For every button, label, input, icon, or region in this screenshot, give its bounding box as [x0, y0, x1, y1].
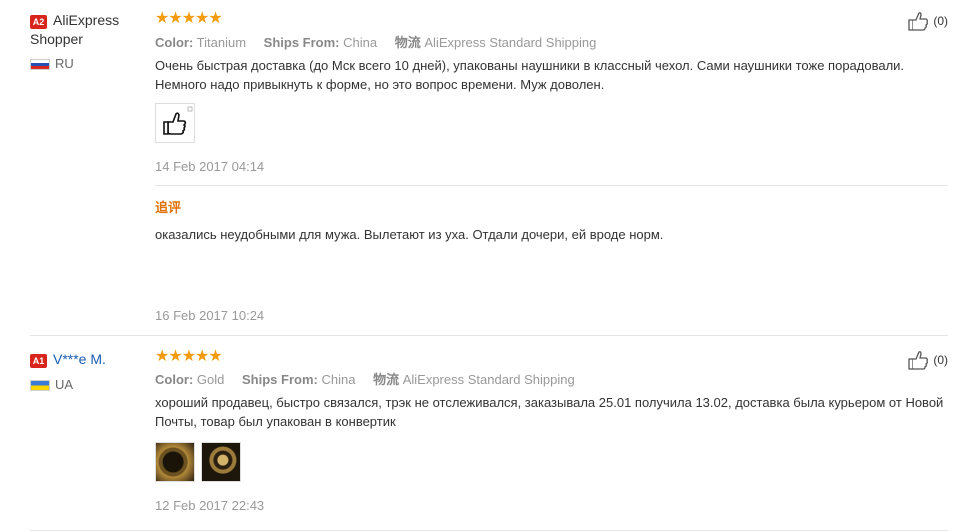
buyer-level-badge: A2	[30, 14, 47, 29]
logistics-value: AliExpress Standard Shipping	[424, 35, 597, 50]
thumbs-up-icon	[908, 12, 929, 31]
ships-from-label: Ships From:	[263, 35, 340, 50]
reviewer-country: UA	[30, 377, 73, 392]
reviewer-name[interactable]: V***e M.	[53, 351, 106, 367]
helpful-button[interactable]: (0)	[907, 11, 948, 31]
color-value: Gold	[196, 372, 225, 387]
followup-date: 16 Feb 2017 10:24	[155, 308, 265, 323]
review-item: A1 V***e M. UA ★★★★★ Color: Gold Ships Fr…	[0, 336, 978, 532]
review-divider	[30, 530, 948, 531]
rating-stars: ★★★★★	[155, 348, 223, 365]
color-value: Titanium	[196, 35, 247, 50]
buyer-level-badge: A1	[30, 353, 47, 368]
ukraine-flag-icon	[30, 380, 50, 392]
review-photo-thumbnail[interactable]	[201, 442, 241, 482]
review-date: 12 Feb 2017 22:43	[155, 498, 265, 513]
thumbs-up-icon	[908, 351, 929, 370]
order-attributes: Color: Titanium Ships From: China 物流 Ali…	[155, 34, 945, 52]
logistics-value: AliExpress Standard Shipping	[402, 372, 575, 387]
review-content: ★★★★★ Color: Titanium Ships From: China …	[155, 11, 945, 94]
ships-from-value: China	[343, 35, 378, 50]
reviewer-info: A1 V***e M. UA	[30, 350, 150, 392]
review-photo-thumbnail[interactable]	[155, 442, 195, 482]
helpful-count: (0)	[933, 14, 948, 28]
review-text: Очень быстрая доставка (до Мск всего 10 …	[155, 58, 905, 92]
helpful-count: (0)	[933, 353, 948, 367]
color-label: Color:	[155, 372, 194, 387]
ships-from-label: Ships From:	[242, 372, 318, 387]
review-content: ★★★★★ Color: Gold Ships From: China 物流 A…	[155, 349, 945, 431]
ships-from-value: China	[321, 372, 356, 387]
followup-text: оказались неудобными для мужа. Вылетают …	[155, 227, 664, 242]
followup-divider	[155, 185, 948, 186]
thumbs-up-photo-icon	[163, 106, 193, 135]
followup-label: 追评	[155, 200, 182, 215]
review-text: хороший продавец, быстро связался, трэк …	[155, 395, 944, 429]
rating-stars: ★★★★★	[155, 10, 223, 27]
reviewer-name-row: A2 AliExpress Shopper	[30, 11, 150, 49]
color-label: Color:	[155, 35, 194, 50]
helpful-button[interactable]: (0)	[907, 350, 948, 370]
logistics-label: 物流	[394, 35, 421, 50]
review-photos	[155, 103, 195, 143]
review-photos	[155, 442, 241, 482]
country-code: UA	[55, 377, 74, 392]
review-date: 14 Feb 2017 04:14	[155, 159, 265, 174]
logistics-label: 物流	[373, 372, 400, 387]
order-attributes: Color: Gold Ships From: China 物流 AliExpr…	[155, 371, 945, 389]
country-code: RU	[55, 56, 74, 71]
reviewer-info: A2 AliExpress Shopper RU	[30, 11, 150, 71]
review-photo-thumbnail[interactable]	[155, 103, 195, 143]
russia-flag-icon	[30, 59, 50, 71]
reviewer-country: RU	[30, 56, 74, 71]
reviewer-name-row: A1 V***e M.	[30, 350, 150, 369]
review-item: A2 AliExpress Shopper RU ★★★★★ Color: Tit…	[0, 0, 978, 336]
